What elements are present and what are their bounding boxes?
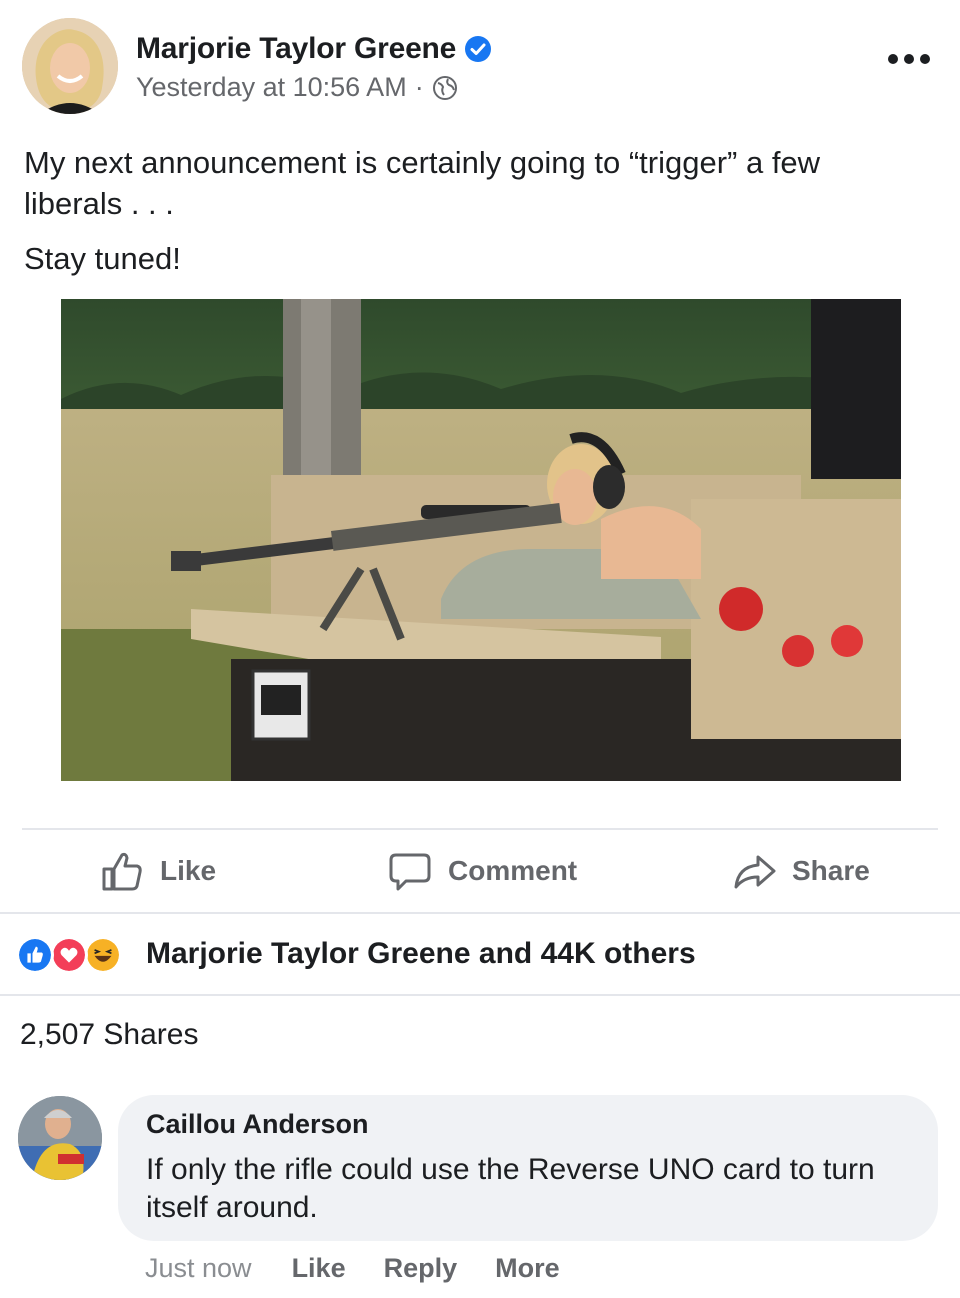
share-button[interactable]: Share [732,830,870,912]
comment-timestamp[interactable]: Just now [145,1253,252,1284]
globe-icon [432,75,457,100]
post-timestamp[interactable]: Yesterday at 10:56 AM [136,72,407,103]
divider [0,994,960,996]
post-text-secondary: Stay tuned! [24,241,181,276]
post-text: My next announcement is certainly going … [24,145,821,221]
meta-separator: · [414,72,424,102]
verified-badge-icon [465,36,492,62]
haha-reaction-icon [84,936,122,974]
comment-bubble-icon [389,853,431,891]
reactions-summary[interactable]: Marjorie Taylor Greene and 44K others [0,914,960,994]
post-photo[interactable] [61,299,901,781]
author-name-text[interactable]: Marjorie Taylor Greene [136,32,456,66]
author-avatar[interactable] [22,18,118,114]
thumbs-up-icon [102,852,142,891]
author-name[interactable]: Marjorie Taylor Greene [136,32,492,66]
reaction-icons [16,932,136,976]
like-label: Like [160,855,217,886]
like-reaction-icon [16,936,54,974]
comment-like-button[interactable]: Like [292,1253,346,1284]
more-dots-icon[interactable] [886,48,932,70]
love-reaction-icon [50,936,88,974]
commenter-name[interactable]: Caillou Anderson [146,1109,369,1140]
comment-bubble: Caillou Anderson If only the rifle could… [118,1095,938,1241]
reactions-summary-text[interactable]: Marjorie Taylor Greene and 44K others [146,937,696,971]
comment-more-button[interactable]: More [495,1253,560,1284]
post-actions-bar: Like Comment Share [0,830,960,912]
post-header: Marjorie Taylor Greene Yesterday at 10:5… [0,0,960,130]
commenter-avatar[interactable] [18,1096,102,1180]
share-label: Share [792,855,870,886]
post-meta: Yesterday at 10:56 AM · [136,72,458,103]
comment-reply-button[interactable]: Reply [384,1253,458,1284]
share-arrow-icon [734,855,776,889]
comment-actions: Just now Like Reply More [145,1248,598,1288]
like-button[interactable]: Like [100,830,216,912]
shares-count[interactable]: 2,507 Shares [20,1018,198,1052]
comment-label: Comment [448,855,578,886]
comment-button[interactable]: Comment [388,830,577,912]
comment-text: If only the rifle could use the Reverse … [146,1153,875,1224]
